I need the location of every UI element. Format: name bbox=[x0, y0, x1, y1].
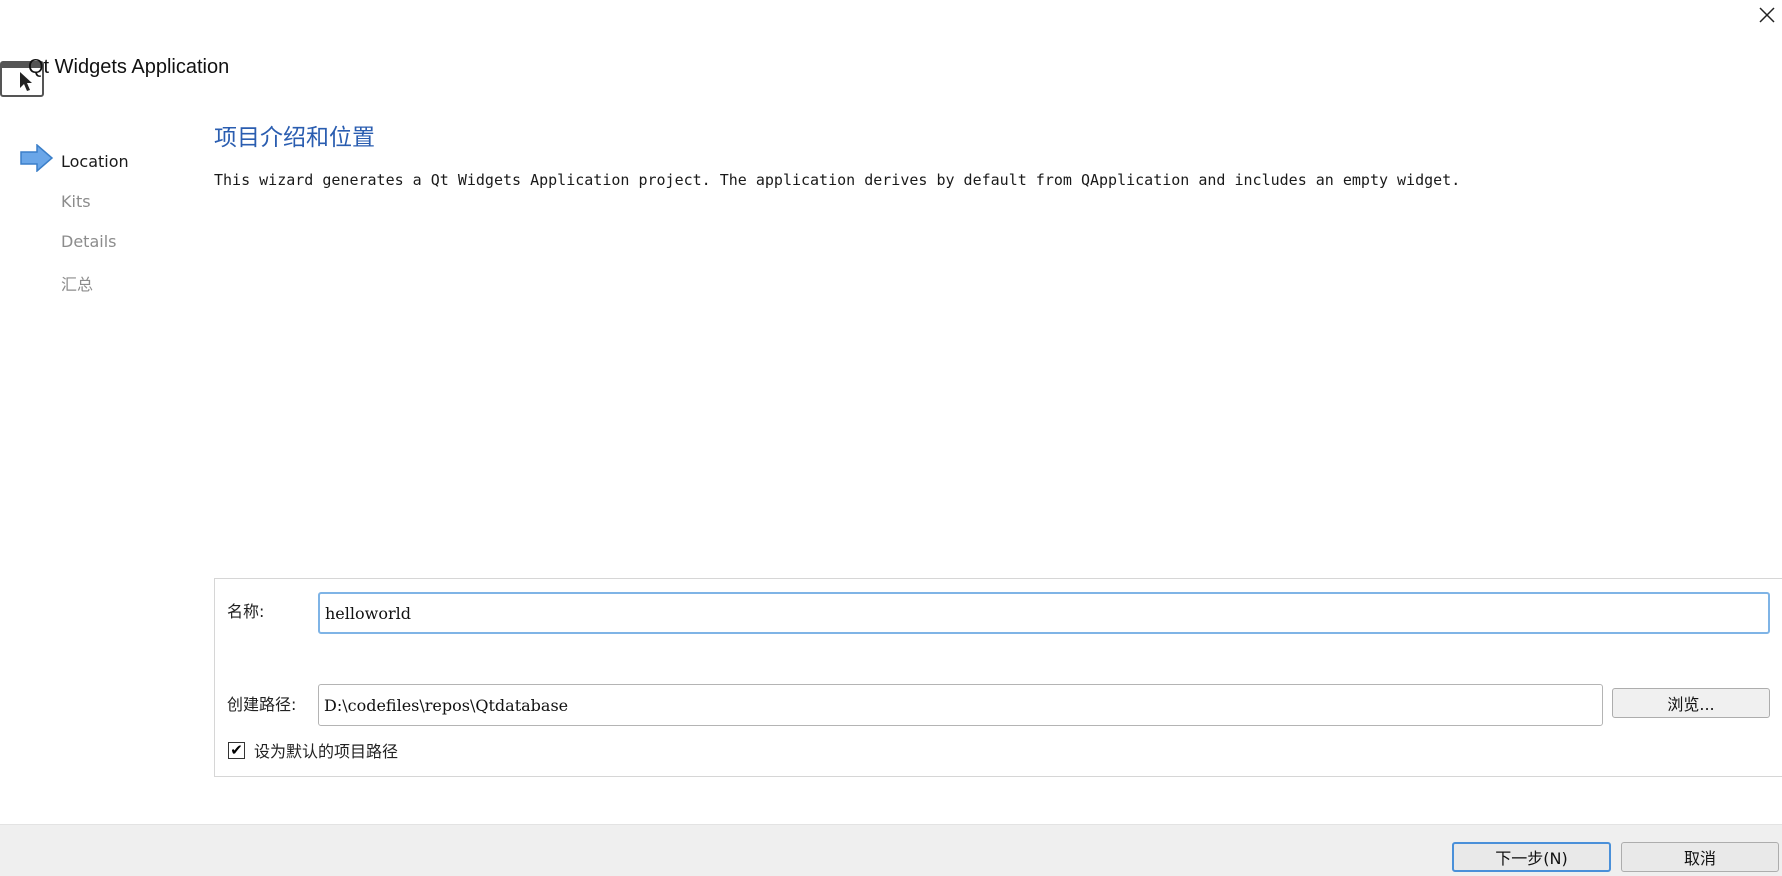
close-button[interactable] bbox=[1752, 0, 1782, 30]
step-details: Details bbox=[61, 232, 117, 251]
step-summary: 汇总 bbox=[61, 275, 94, 294]
path-input[interactable] bbox=[318, 684, 1603, 726]
window-title: Qt Widgets Application bbox=[28, 56, 230, 78]
close-icon bbox=[1759, 7, 1775, 23]
page-heading: 项目介绍和位置 bbox=[214, 125, 375, 151]
cancel-button[interactable]: 取消 bbox=[1621, 842, 1779, 872]
step-kits: Kits bbox=[61, 192, 91, 211]
wizard-window: Qt Widgets Application Location Kits Det… bbox=[0, 0, 1782, 876]
arrow-right-icon bbox=[20, 144, 54, 172]
default-path-label: 设为默认的项目路径 bbox=[254, 742, 399, 761]
name-input[interactable] bbox=[318, 592, 1770, 634]
path-label: 创建路径: bbox=[227, 695, 297, 714]
page-description: This wizard generates a Qt Widgets Appli… bbox=[214, 171, 1461, 189]
default-path-option: ✔ 设为默认的项目路径 bbox=[228, 738, 398, 762]
default-path-checkbox[interactable]: ✔ bbox=[228, 741, 245, 759]
browse-button[interactable]: 浏览... bbox=[1612, 688, 1770, 718]
step-location: Location bbox=[61, 152, 129, 171]
next-button[interactable]: 下一步(N) bbox=[1452, 842, 1611, 872]
name-label: 名称: bbox=[227, 602, 265, 621]
